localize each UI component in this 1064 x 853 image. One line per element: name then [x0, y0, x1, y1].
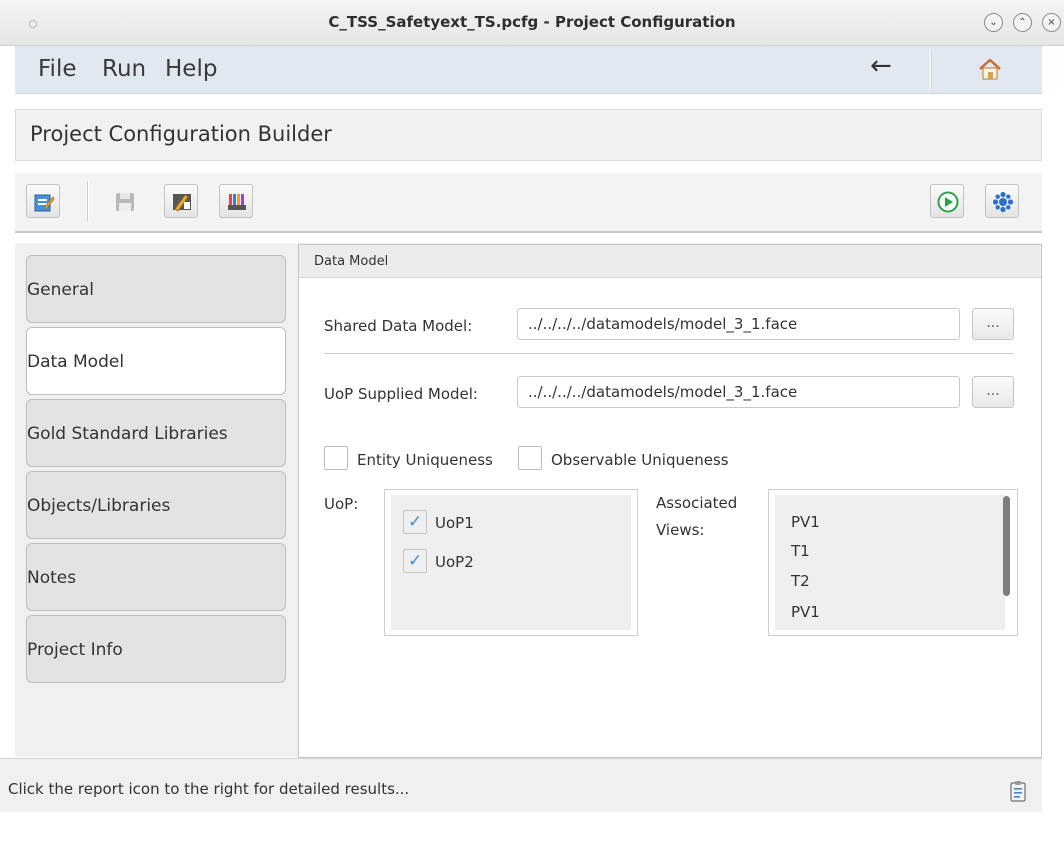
window-title: C_TSS_Safetyext_TS.pcfg - Project Config…	[328, 13, 736, 31]
page-title: Project Configuration Builder	[30, 122, 332, 146]
uop-list-body: ✓ UoP1 ✓ UoP2	[391, 495, 631, 630]
window-edge	[0, 46, 8, 758]
list-item[interactable]: T1	[791, 542, 810, 560]
tools-button[interactable]	[164, 184, 198, 218]
check-icon: ✓	[408, 551, 423, 571]
menu-file[interactable]: File	[38, 56, 77, 82]
nav-tab-label: Data Model	[27, 352, 125, 372]
app-window: C_TSS_Safetyext_TS.pcfg - Project Config…	[0, 0, 1064, 853]
uop1-label: UoP1	[435, 514, 474, 532]
page-header: Project Configuration Builder	[15, 109, 1042, 161]
panel-title: Data Model	[314, 254, 389, 269]
report-icon[interactable]	[1010, 780, 1026, 802]
back-arrow-icon[interactable]: ←	[870, 51, 892, 81]
nav-tab-project-info[interactable]: Project Info	[26, 615, 286, 683]
menu-separator	[930, 50, 932, 90]
check-icon: ✓	[408, 512, 423, 532]
maximize-icon[interactable]: ⌃	[1013, 13, 1032, 32]
close-icon[interactable]: ×	[1042, 13, 1061, 32]
list-item[interactable]: PV1	[791, 513, 820, 531]
run-button[interactable]	[930, 184, 964, 218]
nav-tab-label: Notes	[27, 568, 77, 588]
title-bar: C_TSS_Safetyext_TS.pcfg - Project Config…	[0, 0, 1064, 46]
shared-browse-button[interactable]: ...	[972, 308, 1014, 340]
home-icon[interactable]	[977, 57, 1003, 81]
views-list-body: PV1 T1 T2 PV1	[775, 495, 1005, 630]
menu-help[interactable]: Help	[165, 56, 217, 82]
minimize-icon[interactable]: ⌄	[984, 13, 1003, 32]
uop-list: ✓ UoP1 ✓ UoP2	[384, 489, 638, 636]
uop1-checkbox[interactable]: ✓	[403, 510, 427, 534]
tools-icon	[173, 194, 191, 212]
save-button[interactable]	[107, 184, 141, 218]
nav-tab-general[interactable]: General	[26, 255, 286, 323]
views-scrollbar[interactable]	[1003, 496, 1010, 596]
run-icon	[937, 191, 959, 213]
panel-header: Data Model	[299, 245, 1041, 278]
nav-tab-label: Gold Standard Libraries	[27, 424, 228, 444]
uop-supplied-model-label: UoP Supplied Model:	[324, 385, 478, 403]
associated-views-label: Associated	[656, 494, 738, 512]
nav-tab-label: Project Info	[27, 640, 123, 660]
observable-uniqueness-checkbox[interactable]	[518, 446, 542, 470]
entity-uniqueness-label: Entity Uniqueness	[357, 451, 493, 469]
toolbar-separator	[87, 181, 89, 221]
shared-data-model-field[interactable]: ../../../../datamodels/model_3_1.face	[517, 308, 960, 340]
nav-tab-notes[interactable]: Notes	[26, 543, 286, 611]
nav-tab-objects-libraries[interactable]: Objects/Libraries	[26, 471, 286, 539]
uop-supplied-browse-button[interactable]: ...	[972, 376, 1014, 408]
shared-data-model-label: Shared Data Model:	[324, 317, 473, 335]
uop-label: UoP:	[324, 495, 359, 513]
save-icon	[116, 193, 134, 211]
nav-tab-data-model[interactable]: Data Model	[26, 327, 286, 395]
uop2-label: UoP2	[435, 553, 474, 571]
uop-supplied-model-field[interactable]: ../../../../datamodels/model_3_1.face	[517, 376, 960, 408]
nav-tab-label: General	[27, 280, 94, 300]
main-area: General Data Model Gold Standard Librari…	[15, 243, 1042, 758]
entity-uniqueness-checkbox[interactable]	[324, 446, 348, 470]
menu-run[interactable]: Run	[102, 56, 146, 82]
settings-button[interactable]	[985, 184, 1019, 218]
associated-views-list: PV1 T1 T2 PV1	[768, 489, 1018, 636]
associated-views-label-line2: Views:	[656, 521, 705, 539]
data-model-panel: Data Model Shared Data Model: ../../../.…	[298, 244, 1042, 758]
menu-bar: File Run Help ←	[15, 46, 1042, 94]
list-item[interactable]: T2	[791, 572, 810, 590]
edit-config-button[interactable]	[26, 184, 60, 218]
library-button[interactable]	[219, 184, 253, 218]
status-text: Click the report icon to the right for d…	[8, 780, 410, 798]
status-bar: Click the report icon to the right for d…	[0, 758, 1042, 812]
list-item[interactable]: PV1	[791, 603, 820, 621]
settings-icon	[992, 191, 1014, 213]
divider	[324, 353, 1014, 354]
nav-tab-gold-standard-libraries[interactable]: Gold Standard Libraries	[26, 399, 286, 467]
observable-uniqueness-label: Observable Uniqueness	[551, 451, 729, 469]
nav-tab-label: Objects/Libraries	[27, 496, 171, 516]
edit-config-icon	[34, 194, 55, 212]
uop2-checkbox[interactable]: ✓	[403, 549, 427, 573]
library-icon	[228, 194, 246, 210]
toolbar	[15, 173, 1042, 233]
